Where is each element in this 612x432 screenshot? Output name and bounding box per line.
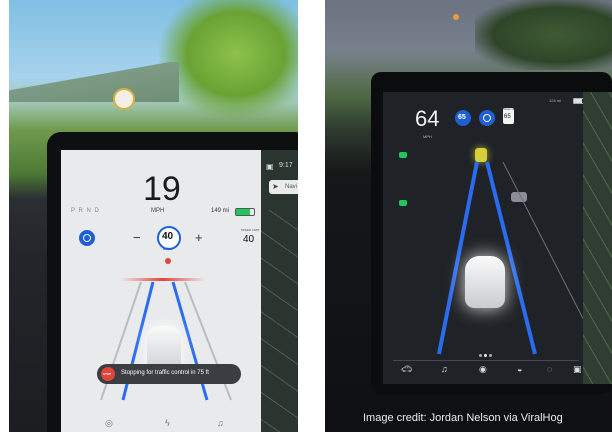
lane-visualization	[437, 161, 596, 355]
left-photo: 19 MPH P R N D 149 mi − 40 MAX + SPEED L…	[9, 0, 298, 432]
street-light	[453, 14, 459, 20]
clock: 9:17	[279, 162, 293, 169]
right-display: 64 MPH 65 SPEED LIMIT 65 124 mi 🚗︎ ♫ ◉ ◒…	[383, 92, 612, 384]
defrost-icon[interactable]: ◒	[517, 364, 522, 374]
nav-map[interactable]: ▣ 9:17 ➤ Navi	[261, 150, 298, 432]
traffic-control-notice: STOP Stopping for traffic control in 75 …	[97, 364, 241, 384]
navigate-icon: ➤	[272, 182, 279, 191]
mountain	[9, 62, 179, 102]
trees	[475, 0, 612, 70]
lock-icon: ▣	[266, 162, 274, 171]
tree	[159, 0, 298, 120]
lightning-icon[interactable]: ϟ	[165, 418, 170, 428]
road-edge-line	[502, 161, 596, 343]
microphone-icon[interactable]: ♫	[217, 418, 224, 428]
camera-icon[interactable]: ◎	[105, 418, 113, 429]
notice-text: Stopping for traffic control in 75 ft	[121, 370, 209, 376]
box-icon[interactable]: ▣	[573, 364, 582, 375]
navigate-placeholder: Navi	[285, 184, 298, 190]
camera-icon[interactable]: ◉	[479, 364, 487, 375]
ego-car	[465, 256, 505, 308]
right-photo: 64 MPH 65 SPEED LIMIT 65 124 mi 🚗︎ ♫ ◉ ◒…	[325, 0, 612, 432]
music-icon[interactable]: ♫	[441, 364, 448, 374]
left-display: 19 MPH P R N D 149 mi − 40 MAX + SPEED L…	[61, 150, 261, 432]
stop-sign-icon: STOP	[101, 367, 115, 381]
roadside-sign	[113, 88, 135, 110]
image-credit: Image credit: Jordan Nelson via ViralHog	[363, 412, 563, 424]
heated-seat-icon[interactable]: ◌	[547, 364, 552, 374]
nav-map[interactable]	[583, 92, 612, 384]
map-roads	[261, 210, 298, 432]
dock-divider	[393, 360, 579, 361]
navigate-search[interactable]: ➤ Navi	[269, 180, 298, 194]
car-icon[interactable]: 🚗︎	[401, 364, 412, 375]
lane-visualization	[100, 281, 232, 401]
carousel-dots	[479, 354, 493, 357]
stop-sign-label: STOP	[103, 372, 112, 376]
